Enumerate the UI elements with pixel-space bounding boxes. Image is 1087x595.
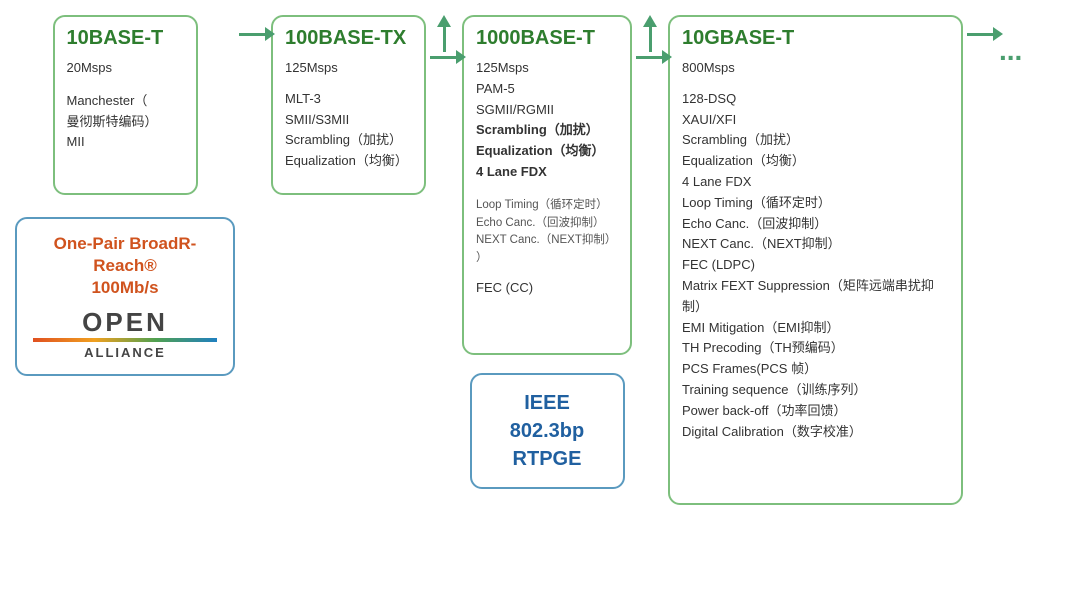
box-10gbase-t: 10GBASE-T 800Msps 128-DSQ XAUI/XFI Scram… (668, 15, 963, 505)
ieee-box: IEEE 802.3bpRTPGE (470, 373, 625, 489)
line: Loop Timing（循环定时） (476, 197, 618, 215)
line: 4 Lane FDX (476, 162, 618, 183)
line: Manchester（ (67, 91, 184, 112)
col-1000base-t: 1000BASE-T 125Msps PAM-5 SGMII/RGMII Scr… (462, 15, 632, 489)
col-10base-t: 10BASE-T 20Msps Manchester（ 曼彻斯特编码） MII … (15, 15, 235, 376)
line: Equalization（均衡） (682, 151, 949, 172)
h-arrow-icon (239, 33, 267, 36)
line: MLT-3 (285, 89, 412, 110)
title-10base-t: 10BASE-T (67, 27, 184, 50)
line: 曼彻斯特编码） (67, 112, 184, 133)
line: NEXT Canc.（NEXT抑制） (476, 232, 618, 250)
col-100base-tx: 100BASE-TX 125Msps MLT-3 SMII/S3MII Scra… (271, 15, 426, 195)
arrow-3-col (632, 15, 668, 59)
line: 20Msps (67, 58, 184, 79)
arrow-3 (632, 56, 668, 59)
line: Equalization（均衡） (285, 151, 412, 172)
line: MII (67, 132, 184, 153)
line: Scrambling（加扰） (476, 120, 618, 141)
main-layout: 10BASE-T 20Msps Manchester（ 曼彻斯特编码） MII … (0, 0, 1087, 595)
arrow-2-col (426, 15, 462, 59)
ieee-title: IEEE 802.3bpRTPGE (488, 389, 607, 473)
open-text: OPEN (82, 309, 168, 335)
line: Digital Calibration（数字校准） (682, 422, 949, 443)
v-arrowhead-2 (643, 15, 657, 27)
line: Scrambling（加扰） (285, 130, 412, 151)
alliance-bar (33, 338, 217, 342)
line: Power back-off（功率回馈） (682, 401, 949, 422)
content-100base-tx: 125Msps MLT-3 SMII/S3MII Scrambling（加扰） … (285, 58, 412, 172)
alliance-text: ALLIANCE (84, 345, 166, 360)
line: 4 Lane FDX (682, 172, 949, 193)
arrow-2 (426, 56, 462, 59)
line: Echo Canc.（回波抑制） (682, 214, 949, 235)
v-arrowhead (437, 15, 451, 27)
line: NEXT Canc.（NEXT抑制） (682, 234, 949, 255)
line: Scrambling（加扰） (682, 130, 949, 151)
box-1000base-t: 1000BASE-T 125Msps PAM-5 SGMII/RGMII Scr… (462, 15, 632, 355)
line: ） (476, 250, 618, 268)
v-arrow-up-icon (437, 15, 451, 52)
box-10base-t: 10BASE-T 20Msps Manchester（ 曼彻斯特编码） MII (53, 15, 198, 195)
line: Matrix FEXT Suppression（矩阵远端串扰抑制） (682, 276, 949, 318)
line: FEC (LDPC) (682, 255, 949, 276)
line: SMII/S3MII (285, 110, 412, 131)
line: TH Precoding（TH预编码） (682, 338, 949, 359)
content-10base-t: 20Msps Manchester（ 曼彻斯特编码） MII (67, 58, 184, 153)
line: Loop Timing（循环定时） (682, 193, 949, 214)
v-line-2 (649, 27, 652, 52)
title-10gbase-t: 10GBASE-T (682, 27, 949, 50)
title-1000base-t: 1000BASE-T (476, 27, 618, 50)
content-1000base-t: 125Msps PAM-5 SGMII/RGMII Scrambling（加扰）… (476, 58, 618, 299)
line: Equalization（均衡） (476, 141, 618, 162)
v-arrow-up-icon-2 (643, 15, 657, 52)
dots: ... (999, 15, 1022, 67)
line: 800Msps (682, 58, 949, 79)
line: FEC (CC) (476, 278, 618, 299)
title-100base-tx: 100BASE-TX (285, 27, 412, 50)
line: XAUI/XFI (682, 110, 949, 131)
open-alliance-logo: OPEN ALLIANCE (33, 309, 217, 360)
arrow-end (963, 15, 999, 36)
onepair-title: One-Pair BroadR-Reach®100Mb/s (33, 233, 217, 299)
v-line (443, 27, 446, 52)
line: 128-DSQ (682, 89, 949, 110)
line: Echo Canc.（回波抑制） (476, 215, 618, 233)
training-sequence-line: Training sequence（训练序列） (682, 380, 949, 401)
h-arrow-icon-end (967, 33, 995, 36)
content-10gbase-t: 800Msps 128-DSQ XAUI/XFI Scrambling（加扰） … (682, 58, 949, 442)
line: SGMII/RGMII (476, 100, 618, 121)
arrow-1 (235, 15, 271, 36)
line: 125Msps (285, 58, 412, 79)
col-10gbase-t: 10GBASE-T 800Msps 128-DSQ XAUI/XFI Scram… (668, 15, 963, 505)
line: EMI Mitigation（EMI抑制） (682, 318, 949, 339)
line: 125Msps (476, 58, 618, 79)
box-100base-tx: 100BASE-TX 125Msps MLT-3 SMII/S3MII Scra… (271, 15, 426, 195)
onepair-box: One-Pair BroadR-Reach®100Mb/s OPEN ALLIA… (15, 217, 235, 376)
h-arrow-icon-2 (430, 56, 458, 59)
h-arrow-icon-3 (636, 56, 664, 59)
line: PAM-5 (476, 79, 618, 100)
line: PCS Frames(PCS 帧） (682, 359, 949, 380)
